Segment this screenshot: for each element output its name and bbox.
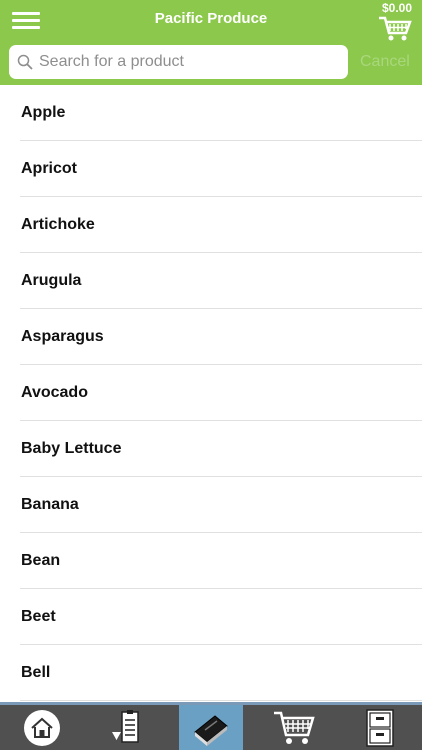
list-item[interactable]: Banana	[0, 477, 422, 533]
tab-file-cabinet[interactable]	[348, 705, 412, 750]
cart-total: $0.00	[381, 1, 412, 15]
list-item[interactable]: Bean	[0, 533, 422, 589]
product-name: Arugula	[21, 272, 82, 289]
list-item[interactable]: Artichoke	[0, 197, 422, 253]
search-icon	[17, 54, 33, 70]
tab-cart[interactable]	[262, 705, 326, 750]
list-item[interactable]: Baby Lettuce	[0, 421, 422, 477]
product-list: Apple Apricot Artichoke Arugula Asparagu…	[0, 85, 422, 702]
home-icon	[24, 709, 60, 746]
bottom-tab-bar	[0, 702, 422, 750]
product-name: Asparagus	[21, 328, 104, 345]
file-cabinet-icon	[366, 708, 394, 747]
cancel-button[interactable]: Cancel	[360, 53, 410, 71]
product-name: Apricot	[21, 160, 77, 177]
cart-icon	[274, 711, 315, 744]
product-name: Bell	[21, 664, 51, 681]
page-title: Pacific Produce	[154, 10, 268, 27]
product-name: Baby Lettuce	[21, 440, 122, 457]
catalog-book-icon	[194, 714, 228, 746]
product-name: Apple	[21, 104, 66, 121]
product-name: Bean	[21, 552, 61, 569]
product-name: Beet	[21, 608, 56, 625]
cart-icon[interactable]	[378, 15, 412, 43]
product-name: Banana	[21, 496, 79, 513]
tab-home[interactable]	[10, 705, 74, 750]
search-bar	[9, 45, 348, 79]
list-item[interactable]: Beet	[0, 589, 422, 645]
list-item[interactable]: Avocado	[0, 365, 422, 421]
list-item[interactable]: Apple	[0, 85, 422, 141]
tab-order-guide[interactable]	[96, 705, 160, 750]
product-name: Artichoke	[21, 216, 95, 233]
list-item[interactable]: Bell	[0, 645, 422, 701]
list-item[interactable]: Asparagus	[0, 309, 422, 365]
tab-catalog[interactable]	[179, 705, 243, 750]
order-guide-icon	[112, 709, 139, 743]
list-item[interactable]: Apricot	[0, 141, 422, 197]
search-input[interactable]	[39, 45, 339, 79]
top-bar: Pacific Produce $0.00 Cancel	[0, 0, 422, 85]
list-item[interactable]: Arugula	[0, 253, 422, 309]
product-name: Avocado	[21, 384, 88, 401]
